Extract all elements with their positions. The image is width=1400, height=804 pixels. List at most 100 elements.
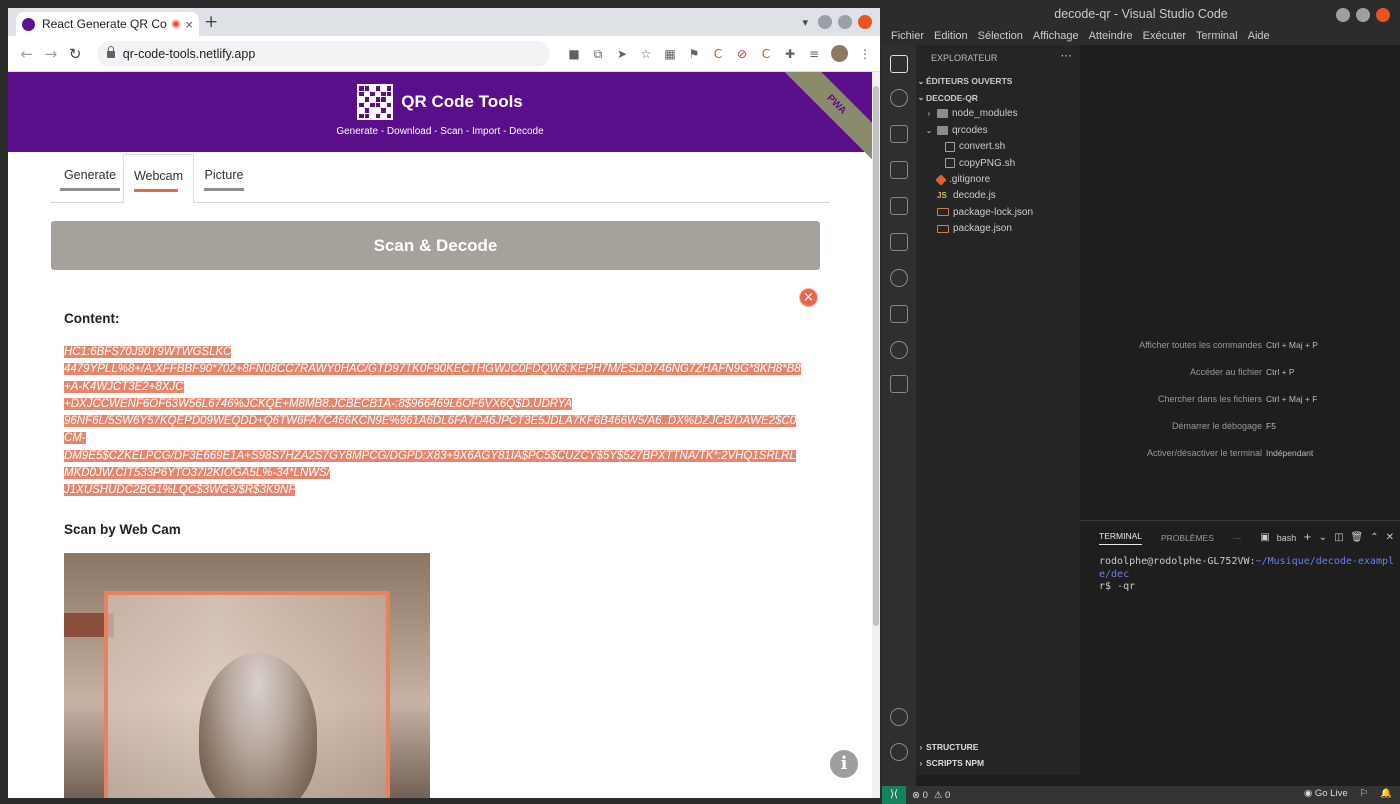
explorer-icon[interactable] bbox=[890, 55, 908, 73]
errors-count[interactable]: ⊗ 0 bbox=[912, 790, 928, 801]
run-debug-icon[interactable] bbox=[890, 125, 908, 143]
camera-icon[interactable]: ■ bbox=[567, 47, 581, 61]
chevron-down-icon[interactable]: ⌄ bbox=[1319, 532, 1327, 543]
file-tree: ⌄ ÉDITEURS OUVERTS ⌄ DECODE-QR › node_modul… bbox=[916, 73, 1080, 237]
tab-close-icon[interactable]: × bbox=[185, 17, 193, 32]
open-editors-section[interactable]: ⌄ ÉDITEURS OUVERTS bbox=[916, 73, 1080, 89]
pwa-badge[interactable]: PWA bbox=[782, 72, 872, 162]
c-extension-icon[interactable]: C bbox=[759, 47, 773, 61]
star-icon[interactable]: ☆ bbox=[639, 47, 653, 61]
menu-selection[interactable]: Sélection bbox=[973, 28, 1028, 45]
section-label: ÉDITEURS OUVERTS bbox=[926, 76, 1013, 87]
trash-icon[interactable]: 🗑 bbox=[1351, 532, 1364, 543]
tab-label: Picture bbox=[204, 168, 244, 182]
shell-file-icon bbox=[945, 141, 955, 152]
puzzle-icon[interactable]: ✚ bbox=[783, 47, 797, 61]
tree-item-qrcodes[interactable]: ⌄ qrcodes bbox=[916, 122, 1080, 138]
editor-welcome: Afficher toutes les commandes Ctrl + Maj … bbox=[1080, 45, 1400, 520]
npm-scripts-section[interactable]: › SCRIPTS NPM bbox=[916, 755, 1080, 771]
project-section[interactable]: ⌄ DECODE-QR bbox=[916, 89, 1080, 105]
decoded-content[interactable]: HC1:6BFS70J90T9WTWGSLKC 4479YPLL%8+/A:XF… bbox=[64, 344, 824, 500]
tab-webcam[interactable]: Webcam bbox=[123, 154, 194, 204]
remote-icon[interactable]: ⟩⟨ bbox=[882, 786, 906, 804]
c-extension-icon[interactable]: C bbox=[711, 47, 725, 61]
thunder-client-icon[interactable] bbox=[890, 341, 908, 359]
maximize-button[interactable] bbox=[1356, 8, 1370, 22]
block-icon[interactable]: ⊘ bbox=[735, 47, 749, 61]
account-icon[interactable] bbox=[890, 708, 908, 726]
go-live-button[interactable]: ◉ Go Live bbox=[1304, 788, 1348, 799]
qr-icon[interactable]: ▦ bbox=[663, 47, 677, 61]
tree-item-package-json[interactable]: package.json bbox=[916, 221, 1080, 237]
reload-icon[interactable]: ↻ bbox=[65, 45, 86, 63]
new-tab-button[interactable]: + bbox=[204, 12, 218, 32]
avatar[interactable] bbox=[830, 45, 848, 62]
new-terminal-icon[interactable]: + bbox=[1303, 532, 1311, 543]
info-icon[interactable]: i bbox=[830, 750, 858, 778]
menu-executer[interactable]: Exécuter bbox=[1138, 28, 1191, 45]
minimize-button[interactable] bbox=[1336, 8, 1350, 22]
close-window-button[interactable] bbox=[1376, 8, 1390, 22]
menu-aide[interactable]: Aide bbox=[1243, 28, 1275, 45]
site-header: QR Code Tools Generate - Download - Scan… bbox=[8, 72, 872, 162]
structure-section[interactable]: › STRUCTURE bbox=[916, 739, 1080, 755]
close-icon[interactable]: × bbox=[799, 288, 818, 307]
search-icon[interactable] bbox=[890, 89, 908, 107]
maximize-button[interactable] bbox=[838, 15, 852, 29]
maximize-panel-icon[interactable]: ⌃ bbox=[1370, 532, 1378, 543]
terminal-command: r$ -qr bbox=[1099, 581, 1136, 592]
terminal-output[interactable]: rodolphe@rodolphe-GL752VW:~/Musique/deco… bbox=[1099, 556, 1399, 594]
folder-icon bbox=[937, 109, 948, 119]
panels-icon[interactable] bbox=[890, 375, 908, 393]
scan-decode-button[interactable]: Scan & Decode bbox=[51, 221, 820, 270]
shortcut-row: Activer/désactiver le terminal Indépendan… bbox=[1080, 448, 1400, 462]
tree-item-package-lock-json[interactable]: package-lock.json bbox=[916, 204, 1080, 220]
send-icon[interactable]: ➤ bbox=[615, 47, 629, 61]
extensions-icon[interactable] bbox=[890, 161, 908, 179]
file-name: .gitignore bbox=[949, 174, 991, 186]
menu-atteindre[interactable]: Atteindre bbox=[1084, 28, 1138, 45]
testing-icon[interactable] bbox=[890, 233, 908, 251]
js-file-icon: JS bbox=[937, 191, 947, 201]
tab-terminal[interactable]: TERMINAL bbox=[1099, 531, 1142, 545]
menu-affichage[interactable]: Affichage bbox=[1028, 28, 1084, 45]
flag-icon[interactable]: ⚑ bbox=[687, 47, 701, 61]
warnings-count[interactable]: ⚠ 0 bbox=[934, 790, 950, 801]
tree-item-gitignore[interactable]: .gitignore bbox=[916, 171, 1080, 187]
shell-selector[interactable]: bash bbox=[1277, 533, 1297, 543]
tree-item-decode-js[interactable]: JS decode.js bbox=[916, 188, 1080, 204]
address-bar[interactable]: qr-code-tools.netlify.app bbox=[96, 40, 550, 67]
playlist-icon[interactable]: ≡ bbox=[807, 47, 821, 61]
menu-fichier[interactable]: Fichier bbox=[886, 28, 929, 45]
menu-terminal[interactable]: Terminal bbox=[1191, 28, 1243, 45]
menu-edition[interactable]: Edition bbox=[929, 28, 973, 45]
back-icon[interactable]: ← bbox=[16, 45, 37, 63]
browser-tab[interactable]: React Generate QR Code × bbox=[16, 12, 199, 36]
tab-picture[interactable]: Picture bbox=[204, 154, 244, 204]
open-external-icon[interactable]: ⧉ bbox=[591, 47, 605, 61]
close-window-button[interactable] bbox=[858, 15, 872, 29]
remote-explorer-icon[interactable] bbox=[890, 197, 908, 215]
menu-icon[interactable]: ⋮ bbox=[858, 47, 872, 61]
docker-icon[interactable] bbox=[890, 305, 908, 323]
settings-gear-icon[interactable] bbox=[890, 743, 908, 761]
tab-problems[interactable]: PROBLÈMES bbox=[1161, 533, 1214, 543]
tab-search-icon[interactable]: ▾ bbox=[802, 16, 808, 29]
panel-more-icon[interactable]: ··· bbox=[1233, 533, 1242, 543]
tree-item-copypng-sh[interactable]: copyPNG.sh bbox=[916, 155, 1080, 171]
source-control-icon[interactable] bbox=[890, 269, 908, 287]
tab-title: React Generate QR Code bbox=[42, 17, 168, 31]
feedback-icon[interactable]: ⚐ bbox=[1360, 788, 1369, 799]
minimize-button[interactable] bbox=[818, 15, 832, 29]
tree-item-convert-sh[interactable]: convert.sh bbox=[916, 139, 1080, 155]
notifications-icon[interactable]: 🔔 bbox=[1380, 788, 1392, 799]
tree-item-node-modules[interactable]: › node_modules bbox=[916, 106, 1080, 122]
split-terminal-icon[interactable]: ◫ bbox=[1334, 532, 1343, 543]
tab-generate[interactable]: Generate bbox=[60, 154, 120, 204]
webcam-preview bbox=[64, 553, 430, 798]
page-scrollbar[interactable] bbox=[872, 72, 880, 798]
scrollbar-thumb[interactable] bbox=[873, 86, 879, 626]
forward-icon[interactable]: → bbox=[40, 45, 61, 63]
more-actions-icon[interactable]: ··· bbox=[1061, 49, 1072, 63]
close-panel-icon[interactable]: ✕ bbox=[1386, 532, 1394, 543]
